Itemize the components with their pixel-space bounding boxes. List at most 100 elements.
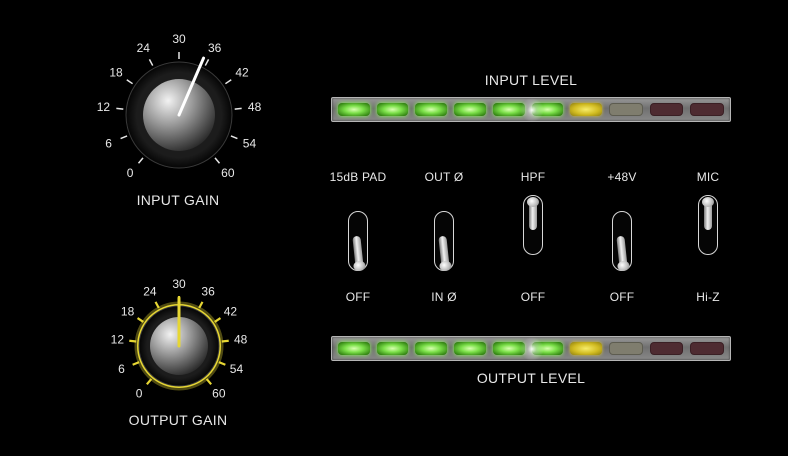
toggle-switch-0[interactable]: 15dB PAD OFF (323, 170, 393, 304)
toggle-lever[interactable] (702, 197, 714, 230)
meter-segment (608, 103, 643, 116)
knob-tick (120, 135, 128, 140)
toggle-switch-1[interactable]: OUT Ø IN Ø (409, 170, 479, 304)
meter-segment (570, 103, 602, 116)
output-level-meter (331, 336, 731, 361)
toggle-slot[interactable] (348, 211, 368, 272)
knob-tick (214, 317, 222, 323)
knob-scale-label: 48 (248, 100, 262, 114)
input-level-meter (331, 97, 731, 122)
meter-segment (338, 342, 370, 355)
knob-scale-label: 60 (212, 386, 226, 400)
toggle-slot[interactable] (434, 211, 454, 272)
knob-tick (234, 107, 242, 110)
toggle-slot[interactable] (523, 195, 543, 255)
input-gain-knob[interactable]: 0 6 12 18 24 30 36 42 48 54 60 (88, 30, 268, 195)
toggle-lever[interactable] (527, 197, 539, 230)
meter-segment (649, 103, 684, 116)
knob-tick (136, 317, 144, 323)
switch-bottom-label: Hi-Z (696, 290, 720, 304)
knob-scale-label: 54 (230, 362, 244, 376)
toggle-switch-4[interactable]: MIC Hi-Z (673, 170, 743, 304)
input-level-label: INPUT LEVEL (484, 72, 578, 88)
knob-tick (225, 79, 232, 85)
meter-segment (649, 342, 684, 355)
knob-tick (148, 59, 154, 66)
knob-tick (146, 378, 153, 386)
toggle-lever-tip (527, 197, 539, 207)
toggle-lever-tip (438, 260, 452, 272)
switch-bottom-label: OFF (609, 290, 635, 304)
knob-scale-label: 54 (243, 136, 257, 150)
knob-tick (198, 301, 204, 309)
toggle-slot[interactable] (612, 211, 632, 272)
knob-scale-label: 24 (137, 41, 151, 55)
knob-scale-label: 0 (127, 166, 134, 180)
knob-scale-label: 48 (234, 333, 248, 347)
output-gain-caption: OUTPUT GAIN (128, 412, 228, 428)
meter-segment (376, 103, 409, 116)
meter-segment (570, 342, 602, 355)
toggle-lever-tip (616, 260, 630, 272)
knob-tick (205, 378, 212, 386)
meter-segment (454, 103, 486, 116)
meter-segment (690, 342, 725, 355)
switch-top-label: OUT Ø (424, 170, 464, 184)
knob-tick (137, 157, 144, 164)
meter-segment (338, 103, 370, 116)
switch-top-label: +48V (607, 170, 637, 184)
output-gain-knob[interactable]: 06 12 18 24 30 36 42 48 54 60 (88, 278, 268, 413)
toggle-lever-tip (702, 197, 714, 207)
knob-scale-label: 12 (97, 100, 111, 114)
toggle-slot[interactable] (698, 195, 718, 255)
knob-tick (214, 157, 221, 164)
knob-tick (230, 135, 238, 140)
switch-bottom-label: IN Ø (431, 290, 457, 304)
meter-segment (531, 342, 564, 355)
knob-scale-label: 6 (118, 362, 125, 376)
knob-scale-label: 60 (221, 166, 235, 180)
knob-tick (129, 339, 137, 343)
meter-segment (415, 103, 448, 116)
knob-scale-label: 18 (109, 66, 123, 80)
knob-scale-label: 6 (105, 136, 112, 150)
meter-segment (492, 342, 525, 355)
knob-tick (126, 79, 133, 85)
toggle-switch-3[interactable]: +48V OFF (587, 170, 657, 304)
switch-top-label: HPF (520, 170, 546, 184)
switch-top-label: MIC (696, 170, 720, 184)
knob-scale-label: 18 (121, 304, 135, 318)
knob-scale-label: 30 (172, 278, 186, 291)
toggle-lever[interactable] (438, 235, 452, 272)
knob-tick (154, 301, 160, 309)
preamp-panel: 0 6 12 18 24 30 36 42 48 54 60 INPUT GAIN 0 6 12 18 24… (0, 0, 788, 456)
knob-scale-label: 36 (208, 41, 222, 55)
knob-scale-label: 0 (136, 386, 143, 400)
switch-top-label: 15dB PAD (329, 170, 387, 184)
knob-tick (204, 59, 210, 66)
knob-scale-label: 36 (201, 284, 215, 298)
meter-segment (690, 103, 725, 116)
meter-segment (492, 103, 525, 116)
knob-tick (221, 339, 229, 343)
input-gain-caption: INPUT GAIN (136, 192, 220, 208)
meter-segment (454, 342, 486, 355)
knob-tick (218, 361, 226, 366)
toggle-lever[interactable] (616, 235, 630, 272)
knob-scale-label: 42 (224, 304, 238, 318)
meter-segment (376, 342, 409, 355)
knob-scale-label: 42 (235, 66, 249, 80)
switch-bottom-label: OFF (520, 290, 546, 304)
knob-scale-label: 30 (172, 32, 186, 46)
knob-scale-label: 24 (143, 284, 157, 298)
toggle-lever[interactable] (352, 235, 366, 272)
toggle-lever-tip (352, 260, 366, 272)
output-level-label: OUTPUT LEVEL (476, 370, 586, 386)
toggle-switch-2[interactable]: HPF OFF (498, 170, 568, 304)
meter-segment (415, 342, 448, 355)
meter-segment (608, 342, 643, 355)
switch-bottom-label: OFF (345, 290, 371, 304)
meter-segment (531, 103, 564, 116)
knob-tick (116, 107, 124, 110)
knob-scale-label: 12 (111, 333, 125, 347)
